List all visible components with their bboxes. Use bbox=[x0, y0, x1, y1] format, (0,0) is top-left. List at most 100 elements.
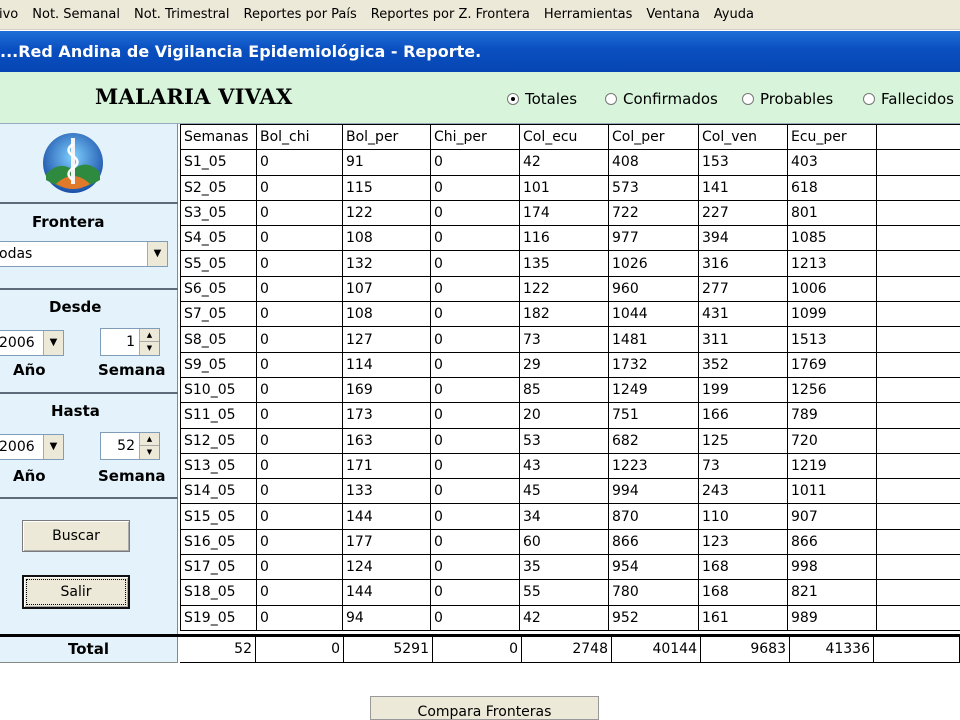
table-cell[interactable]: 169 bbox=[342, 376, 431, 404]
table-cell[interactable]: 0 bbox=[256, 554, 343, 581]
table-cell[interactable]: S3_05 bbox=[180, 199, 257, 227]
table-cell[interactable]: 0 bbox=[430, 579, 520, 606]
column-header[interactable]: Col_ven bbox=[698, 123, 788, 151]
table-cell[interactable]: S19_05 bbox=[180, 604, 257, 631]
table-cell[interactable]: S10_05 bbox=[180, 376, 257, 404]
table-cell[interactable]: S2_05 bbox=[180, 174, 257, 201]
table-row[interactable]: S10_05 0 169 0 85 1249 199 1256 bbox=[180, 376, 960, 404]
table-cell[interactable]: 0 bbox=[430, 427, 520, 454]
table-cell[interactable]: 42 bbox=[519, 604, 609, 631]
table-cell[interactable]: 132 bbox=[342, 250, 431, 277]
table-cell[interactable]: 133 bbox=[342, 478, 431, 505]
table-cell[interactable]: S11_05 bbox=[180, 402, 257, 429]
menu-ventana[interactable]: Ventana bbox=[639, 0, 706, 30]
table-cell[interactable]: 866 bbox=[787, 528, 877, 556]
table-cell[interactable]: 1223 bbox=[608, 452, 699, 480]
table-cell[interactable]: 168 bbox=[698, 579, 788, 606]
table-cell[interactable]: 53 bbox=[519, 427, 609, 454]
table-cell[interactable]: 108 bbox=[342, 225, 431, 252]
table-cell[interactable]: 55 bbox=[519, 579, 609, 606]
table-row[interactable]: S6_05 0 107 0 122 960 277 1006 bbox=[180, 275, 960, 303]
menu-not-trimestral[interactable]: Not. Trimestral bbox=[127, 0, 236, 30]
stepper-up-icon[interactable]: ▲ bbox=[140, 433, 159, 446]
table-cell[interactable]: 394 bbox=[698, 225, 788, 252]
table-cell[interactable]: 0 bbox=[256, 149, 343, 176]
table-cell[interactable]: 0 bbox=[256, 301, 343, 328]
table-cell[interactable]: 1099 bbox=[787, 301, 877, 328]
table-row[interactable]: S8_05 0 127 0 73 1481 311 1513 bbox=[180, 326, 960, 353]
table-cell[interactable]: 0 bbox=[256, 174, 343, 201]
table-cell[interactable]: 960 bbox=[608, 275, 699, 303]
table-cell[interactable]: 954 bbox=[608, 554, 699, 581]
table-row[interactable]: S11_05 0 173 0 20 751 166 789 bbox=[180, 402, 960, 429]
column-header[interactable]: Semanas bbox=[180, 123, 257, 151]
table-cell[interactable]: 870 bbox=[608, 503, 699, 530]
table-cell[interactable]: 125 bbox=[698, 427, 788, 454]
table-cell[interactable]: 316 bbox=[698, 250, 788, 277]
table-cell[interactable]: 0 bbox=[430, 528, 520, 556]
table-cell[interactable]: S1_05 bbox=[180, 149, 257, 176]
table-cell[interactable]: 171 bbox=[342, 452, 431, 480]
table-row[interactable]: S14_05 0 133 0 45 994 243 1011 bbox=[180, 478, 960, 505]
table-cell[interactable]: S12_05 bbox=[180, 427, 257, 454]
chevron-down-icon[interactable]: ▼ bbox=[43, 331, 63, 355]
table-cell[interactable]: 618 bbox=[787, 174, 877, 201]
table-cell[interactable]: 0 bbox=[430, 225, 520, 252]
table-cell[interactable]: 0 bbox=[256, 427, 343, 454]
table-cell[interactable]: 227 bbox=[698, 199, 788, 227]
table-cell[interactable]: 0 bbox=[256, 528, 343, 556]
table-cell[interactable]: 0 bbox=[256, 478, 343, 505]
menu-not-semanal[interactable]: Not. Semanal bbox=[25, 0, 127, 30]
table-cell[interactable]: 994 bbox=[608, 478, 699, 505]
table-cell[interactable]: 122 bbox=[519, 275, 609, 303]
table-row[interactable]: S12_05 0 163 0 53 682 125 720 bbox=[180, 427, 960, 454]
table-cell[interactable]: 42 bbox=[519, 149, 609, 176]
table-cell[interactable]: 20 bbox=[519, 402, 609, 429]
table-cell[interactable]: 166 bbox=[698, 402, 788, 429]
table-cell[interactable]: 173 bbox=[342, 402, 431, 429]
table-cell[interactable]: 977 bbox=[608, 225, 699, 252]
table-row[interactable]: S17_05 0 124 0 35 954 168 998 bbox=[180, 554, 960, 581]
table-cell[interactable]: 34 bbox=[519, 503, 609, 530]
table-cell[interactable]: 0 bbox=[430, 351, 520, 378]
table-cell[interactable]: S6_05 bbox=[180, 275, 257, 303]
hasta-week-stepper[interactable]: 52 ▲ ▼ bbox=[100, 432, 160, 460]
table-cell[interactable]: 144 bbox=[342, 579, 431, 606]
table-cell[interactable]: 0 bbox=[256, 351, 343, 378]
table-cell[interactable]: 85 bbox=[519, 376, 609, 404]
table-cell[interactable]: 0 bbox=[256, 250, 343, 277]
table-cell[interactable]: 431 bbox=[698, 301, 788, 328]
table-cell[interactable]: 29 bbox=[519, 351, 609, 378]
table-cell[interactable]: 1219 bbox=[787, 452, 877, 480]
table-cell[interactable]: 573 bbox=[608, 174, 699, 201]
table-cell[interactable]: S4_05 bbox=[180, 225, 257, 252]
table-cell[interactable]: 277 bbox=[698, 275, 788, 303]
table-cell[interactable]: 1006 bbox=[787, 275, 877, 303]
radio-fallecidos[interactable]: Fallecidos bbox=[863, 90, 954, 108]
desde-week-stepper[interactable]: 1 ▲ ▼ bbox=[100, 328, 160, 356]
radio-confirmados[interactable]: Confirmados bbox=[605, 90, 718, 108]
table-cell[interactable]: 94 bbox=[342, 604, 431, 631]
table-cell[interactable]: 114 bbox=[342, 351, 431, 378]
table-cell[interactable]: 101 bbox=[519, 174, 609, 201]
column-header[interactable]: Ecu_per bbox=[787, 123, 877, 151]
table-row[interactable]: S5_05 0 132 0 135 1026 316 1213 bbox=[180, 250, 960, 277]
table-cell[interactable]: 122 bbox=[342, 199, 431, 227]
radio-button-icon[interactable] bbox=[507, 93, 519, 105]
table-cell[interactable]: S9_05 bbox=[180, 351, 257, 378]
radio-button-icon[interactable] bbox=[863, 93, 875, 105]
table-cell[interactable]: 821 bbox=[787, 579, 877, 606]
table-row[interactable]: S2_05 0 115 0 101 573 141 618 bbox=[180, 174, 960, 201]
table-cell[interactable]: 153 bbox=[698, 149, 788, 176]
table-cell[interactable]: S17_05 bbox=[180, 554, 257, 581]
table-cell[interactable]: 0 bbox=[256, 604, 343, 631]
table-cell[interactable]: 199 bbox=[698, 376, 788, 404]
table-row[interactable]: S9_05 0 114 0 29 1732 352 1769 bbox=[180, 351, 960, 378]
table-cell[interactable]: S7_05 bbox=[180, 301, 257, 328]
stepper-up-icon[interactable]: ▲ bbox=[140, 329, 159, 342]
table-cell[interactable]: 1732 bbox=[608, 351, 699, 378]
table-cell[interactable]: 115 bbox=[342, 174, 431, 201]
table-cell[interactable]: 0 bbox=[430, 452, 520, 480]
table-cell[interactable]: S18_05 bbox=[180, 579, 257, 606]
table-cell[interactable]: 1513 bbox=[787, 326, 877, 353]
